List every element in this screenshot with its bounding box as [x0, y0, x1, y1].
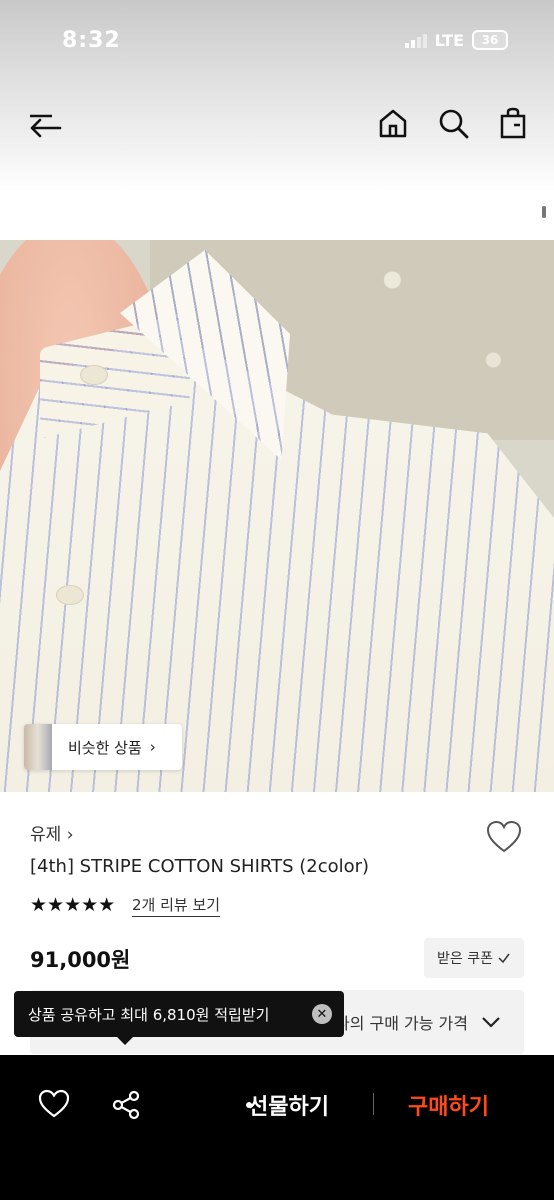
brand-name: 유제 [30, 825, 62, 845]
status-indicators: LTE 36 [404, 30, 508, 50]
battery-level: 36 [481, 33, 499, 47]
similar-products-button[interactable]: 비슷한 상품 › [24, 724, 182, 770]
image-shirt-button [56, 585, 84, 605]
image-shirt-button [80, 365, 108, 385]
brand-link[interactable]: 유제 › [30, 820, 74, 845]
back-arrow-icon [30, 114, 62, 138]
close-icon[interactable]: ✕ [312, 1004, 332, 1024]
chevron-right-icon: › [66, 825, 74, 845]
buy-button[interactable]: 구매하기 [408, 1089, 489, 1121]
heart-icon[interactable] [38, 1089, 70, 1119]
gift-button[interactable]: 선물하기 [248, 1089, 329, 1121]
heart-icon[interactable] [486, 820, 522, 854]
header-actions [376, 106, 530, 140]
tooltip-arrow [116, 1036, 134, 1045]
share-reward-tooltip: 상품 공유하고 최대 6,810원 적립받기 ✕ [14, 991, 344, 1037]
coupon-button[interactable]: 받은 쿠폰 [424, 938, 524, 978]
review-link[interactable]: 2개 리뷰 보기 [132, 894, 221, 917]
home-icon[interactable] [376, 106, 410, 140]
rating-stars: ★★★★★ [30, 894, 116, 916]
product-price: 91,000원 [30, 948, 131, 972]
share-icon[interactable] [110, 1089, 142, 1121]
back-button[interactable] [24, 100, 68, 144]
product-title: [4th] STRIPE COTTON SHIRTS (2color) [30, 856, 370, 877]
battery-icon: 36 [472, 30, 508, 50]
shopping-bag-icon[interactable] [496, 106, 530, 140]
similar-products-label: 비슷한 상품 [68, 738, 142, 757]
signal-icon [404, 32, 427, 48]
bottom-action-bar: 선물하기 구매하기 [0, 1055, 554, 1200]
coupon-button-label: 받은 쿠폰 [437, 951, 493, 967]
scroll-indicator [542, 206, 546, 218]
chevron-right-icon: › [149, 738, 156, 756]
similar-products-thumbnail [24, 724, 52, 770]
product-image[interactable] [0, 240, 554, 792]
chevron-down-icon [482, 1017, 500, 1028]
top-header: 8:32 LTE 36 [0, 0, 554, 240]
network-label: LTE [434, 30, 464, 50]
divider [373, 1093, 374, 1115]
my-price-label: 나의 구매 가능 가격 [334, 1014, 468, 1033]
check-icon [498, 953, 510, 964]
status-time: 8:32 [62, 28, 121, 53]
search-icon[interactable] [436, 106, 470, 140]
tooltip-text: 상품 공유하고 최대 6,810원 적립받기 [28, 1005, 270, 1024]
